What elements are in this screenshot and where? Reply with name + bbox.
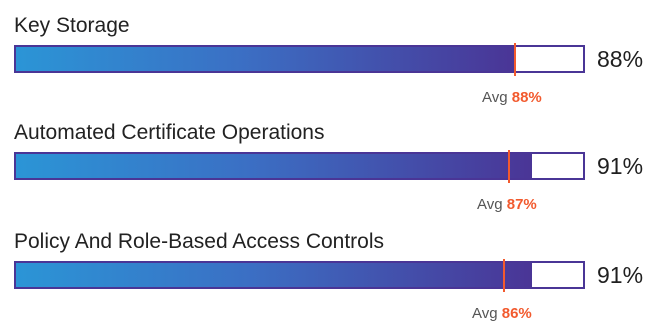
progress-bar-fill xyxy=(16,154,532,178)
metric-key-storage: Key Storage 88% Avg 88% xyxy=(0,14,667,114)
progress-bar-fill xyxy=(16,47,515,71)
progress-bar xyxy=(14,45,585,73)
average-marker xyxy=(513,43,516,76)
average-marker xyxy=(502,259,505,292)
metric-automated-certificate-operations: Automated Certificate Operations 91% Avg… xyxy=(0,121,667,221)
average-prefix: Avg xyxy=(472,305,498,322)
metric-value: 91% xyxy=(597,153,644,179)
metric-label: Key Storage xyxy=(14,14,130,37)
average-label: Avg 87% xyxy=(477,196,537,214)
average-value: 88% xyxy=(511,89,542,106)
average-value: 86% xyxy=(501,305,532,322)
metric-value: 91% xyxy=(597,262,644,288)
average-value: 87% xyxy=(506,196,537,213)
progress-bar xyxy=(14,152,585,180)
average-label: Avg 88% xyxy=(482,89,542,107)
average-prefix: Avg xyxy=(477,196,503,213)
metric-label: Automated Certificate Operations xyxy=(14,121,325,144)
average-marker xyxy=(508,150,511,183)
average-label: Avg 86% xyxy=(472,305,532,323)
metric-policy-and-role-based-access-controls: Policy And Role-Based Access Controls 91… xyxy=(0,230,667,330)
progress-bar xyxy=(14,261,585,289)
metric-value: 88% xyxy=(597,46,644,72)
progress-bar-fill xyxy=(16,263,532,287)
metric-label: Policy And Role-Based Access Controls xyxy=(14,230,385,253)
average-prefix: Avg xyxy=(482,89,508,106)
